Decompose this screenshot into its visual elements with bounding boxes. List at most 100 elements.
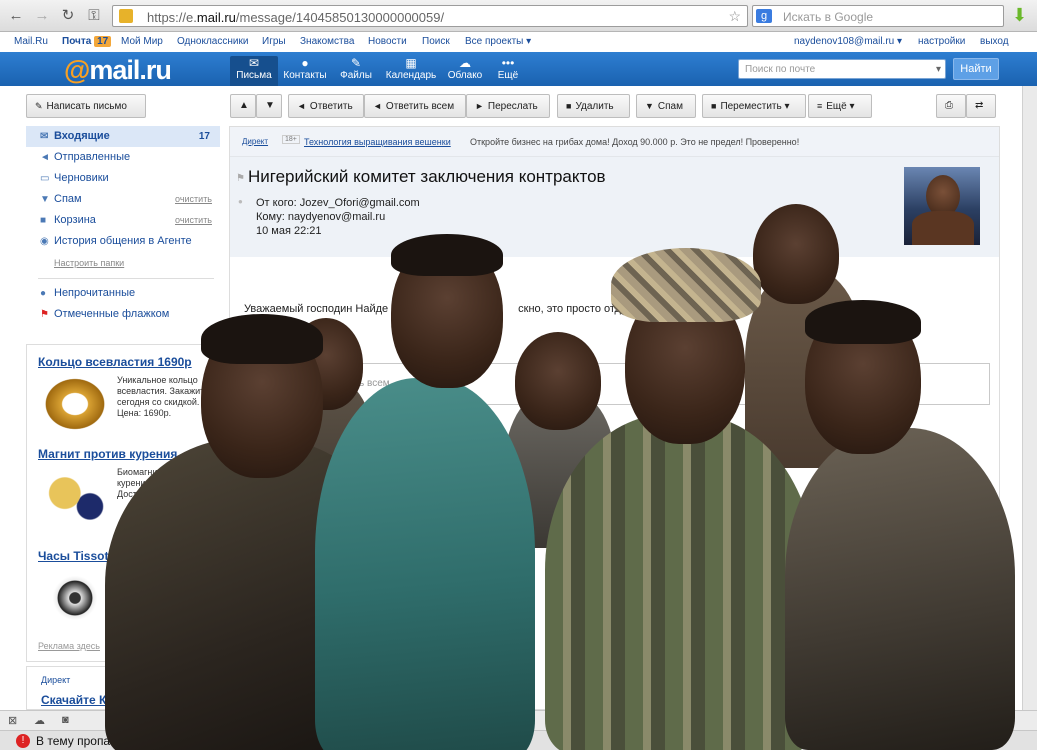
direct-adline: Директ 18+ Технология выращивания вешенк…	[230, 127, 999, 157]
bookmark-star-icon[interactable]: ☆	[728, 8, 741, 25]
browser-search-field[interactable]: g Искать в Google	[752, 5, 1004, 27]
tab-cloud[interactable]: ☁ Облако	[441, 56, 489, 86]
direct-label[interactable]: Директ	[41, 675, 70, 685]
watch-image[interactable]	[41, 569, 109, 627]
forward-icon: ►	[475, 101, 484, 111]
scrollbar[interactable]	[1022, 86, 1037, 710]
more-button[interactable]: ≡ Ещё ▾	[808, 94, 872, 118]
person-head	[515, 332, 601, 430]
trash-icon: ■	[566, 101, 572, 111]
user-menu[interactable]: naydenov108@mail.ru ▾	[794, 36, 902, 47]
cloud-icon[interactable]: ☁	[34, 714, 45, 727]
logout-link[interactable]: выход	[980, 36, 1009, 47]
sidebar-item-inbox[interactable]: ✉ Входящие 17	[26, 126, 220, 147]
lock-icon	[119, 9, 133, 23]
person-hair	[805, 300, 921, 344]
person-figure	[315, 378, 535, 750]
adline-text: Откройте бизнес на грибах дома! Доход 90…	[470, 137, 800, 147]
spam-icon: ▼	[40, 194, 50, 205]
close-icon[interactable]: ⊠	[8, 714, 17, 727]
delete-button[interactable]: ■ Удалить	[557, 94, 630, 118]
address-bar[interactable]: https://e.mail.ru/message/14045850130000…	[112, 5, 748, 27]
tab-contacts[interactable]: ● Контакты	[281, 56, 329, 86]
move-button[interactable]: ■ Переместить ▾	[702, 94, 806, 118]
portal-link-mailru[interactable]: Mail.Ru	[14, 36, 48, 47]
portal-link-poisk[interactable]: Поиск	[422, 36, 450, 47]
next-message-button[interactable]: ▼	[256, 94, 282, 118]
forward-arrow-icon[interactable]: →	[32, 6, 52, 26]
url-text: https://e.mail.ru/message/14045850130000…	[147, 10, 445, 25]
sidebar-item-sent[interactable]: ◄ Отправленные	[26, 147, 220, 168]
portal-link-moy-mir[interactable]: Мой Мир	[121, 36, 163, 47]
forward-button[interactable]: ► Переслать	[466, 94, 550, 118]
tab-more[interactable]: ••• Ещё	[484, 56, 532, 86]
mail-header: @mail.ru ✉ Письма ● Контакты ✎ Файлы ▦ Кален…	[0, 52, 1037, 86]
reload-icon[interactable]: ↻	[58, 6, 78, 26]
camera-icon[interactable]: ◙	[62, 714, 69, 726]
drafts-icon: ▭	[40, 173, 50, 184]
translate-icon[interactable]: ⇄	[966, 94, 996, 118]
pencil-icon: ✎	[35, 101, 43, 111]
reply-all-button[interactable]: ◄ Ответить всем	[364, 94, 466, 118]
flag-icon: ⚑	[40, 309, 49, 320]
sent-icon: ◄	[40, 152, 50, 163]
mailru-logo[interactable]: @mail.ru	[64, 55, 172, 86]
portal-link-igry[interactable]: Игры	[262, 36, 286, 47]
find-button[interactable]: Найти	[953, 58, 999, 80]
google-icon[interactable]: g	[756, 9, 772, 23]
prev-message-button[interactable]: ▲	[230, 94, 256, 118]
sidebar-item-spam[interactable]: ▼ Спам очистить	[26, 189, 220, 210]
agent-icon: ◉	[40, 236, 49, 247]
status-text: В тему пропа	[36, 734, 111, 748]
portal-link-odnoklassniki[interactable]: Одноклассники	[177, 36, 248, 47]
inbox-count: 17	[198, 131, 210, 142]
portal-link-pochta[interactable]: Почта 17	[62, 36, 112, 47]
reply-button[interactable]: ◄ Ответить	[288, 94, 364, 118]
adline-link[interactable]: Технология выращивания вешенки	[304, 137, 451, 147]
browser-toolbar: ← → ↻ ⚿ https://e.mail.ru/message/140458…	[0, 0, 1037, 32]
settings-link[interactable]: настройки	[918, 36, 965, 47]
person-figure	[785, 428, 1015, 750]
contacts-icon: ●	[301, 56, 309, 70]
paperclip-icon: ✎	[350, 56, 362, 70]
envelope-icon: ✉	[248, 56, 260, 70]
ad-title-watch[interactable]: Часы Tissot	[38, 549, 108, 563]
magnet-image[interactable]	[41, 467, 109, 525]
chevron-down-icon: ▾	[935, 64, 941, 75]
back-arrow-icon[interactable]: ←	[6, 6, 26, 26]
tab-files[interactable]: ✎ Файлы	[332, 56, 380, 86]
portal-link-novosti[interactable]: Новости	[368, 36, 407, 47]
print-icon[interactable]: ⎙	[936, 94, 966, 118]
message-to: Кому: naydyenov@mail.ru	[256, 211, 386, 223]
tab-calendar[interactable]: ▦ Календарь	[383, 56, 439, 86]
search-placeholder: Искать в Google	[783, 10, 874, 24]
read-dot-icon[interactable]: ●	[238, 197, 243, 206]
ring-image[interactable]	[41, 375, 109, 433]
age-badge: 18+	[282, 135, 300, 144]
tab-letters[interactable]: ✉ Письма	[230, 56, 278, 86]
stop-icon[interactable]: !	[16, 734, 30, 748]
unread-dot-icon: ●	[40, 288, 47, 299]
adline-label[interactable]: Директ	[242, 137, 268, 146]
cloud-icon: ☁	[459, 56, 471, 70]
spam-button[interactable]: ▼ Спам	[636, 94, 696, 118]
inbox-icon: ✉	[40, 131, 49, 142]
trash-icon: ■	[40, 215, 47, 226]
clear-spam-link[interactable]: очистить	[175, 189, 212, 210]
portal-bar: Mail.Ru Почта 17 Мой Мир Одноклассники И…	[0, 32, 1037, 52]
portal-link-znakomstva[interactable]: Знакомства	[300, 36, 354, 47]
person-figure	[545, 414, 815, 750]
ads-footer-link[interactable]: Реклама здесь	[38, 641, 100, 651]
message-from[interactable]: От кого: Jozev_Ofori@gmail.com	[256, 197, 420, 209]
key-icon[interactable]: ⚿	[84, 6, 104, 26]
flag-outline-icon[interactable]: ⚑	[236, 173, 245, 184]
list-icon: ≡	[817, 101, 823, 111]
person-hair	[201, 314, 323, 364]
mail-search-input[interactable]: Поиск по почте ▾	[738, 59, 946, 79]
download-icon[interactable]: ⬇	[1012, 6, 1030, 24]
compose-button[interactable]: ✎ Написать письмо	[26, 94, 146, 118]
mail-count-badge: 17	[94, 36, 112, 47]
cap-image	[611, 248, 761, 322]
sidebar-item-drafts[interactable]: ▭ Черновики	[26, 168, 220, 189]
portal-link-all-projects[interactable]: Все проекты ▾	[465, 36, 531, 47]
